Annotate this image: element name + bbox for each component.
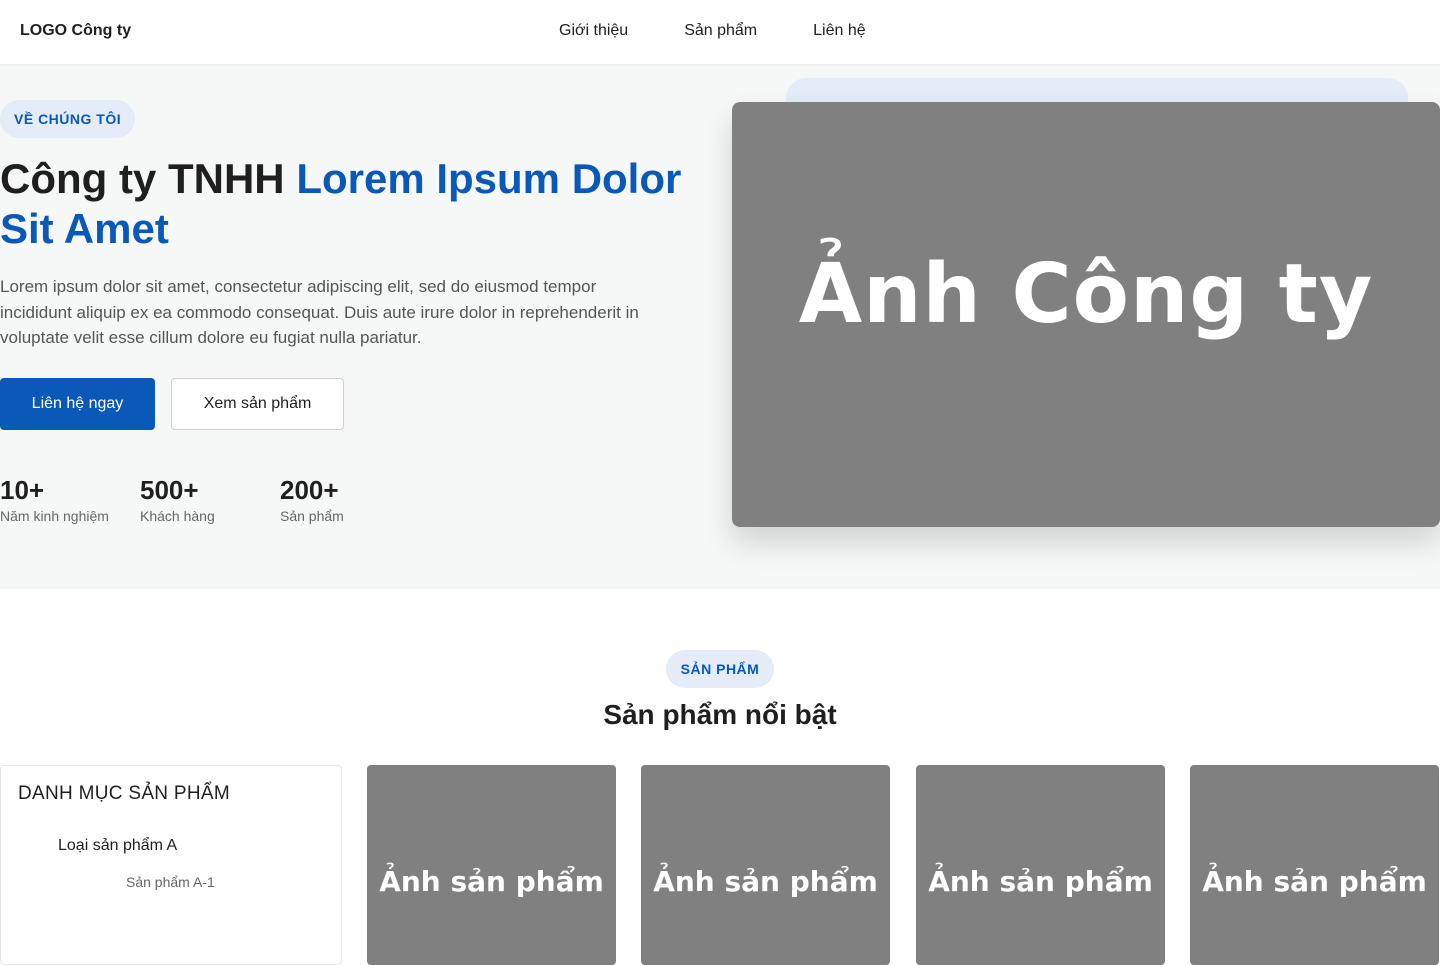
stat-products: 200+ Sản phẩm [280,474,344,524]
company-image: Ảnh Công ty [732,102,1440,527]
hero-section: VỀ CHÚNG TÔI Công ty TNHH Lorem Ipsum Do… [0,64,1440,589]
stat-label: Sản phẩm [280,508,344,524]
nav-link-about[interactable]: Giới thiệu [559,22,628,40]
stat-experience: 10+ Năm kinh nghiệm [0,474,109,524]
company-image-label: Ảnh Công ty [798,247,1374,342]
stat-value: 10+ [0,475,45,505]
company-logo[interactable]: LOGO Công ty [20,22,131,40]
stat-value: 200+ [280,475,339,505]
site-header: LOGO Công ty Giới thiệu Sản phẩm Liên hệ [0,0,1440,64]
about-badge: VỀ CHÚNG TÔI [0,100,136,138]
hero-title: Công ty TNHH Lorem Ipsum Dolor Sit Amet [0,154,720,254]
product-image-label: Ảnh sản phẩm [379,865,604,898]
main-nav: Giới thiệu Sản phẩm Liên hệ [559,22,866,40]
products-section: SẢN PHẨM Sản phẩm nổi bật DANH MỤC SẢN P… [0,589,1440,965]
contact-now-button[interactable]: Liên hệ ngay [0,378,155,430]
stat-value: 500+ [140,475,199,505]
hero-description: Lorem ipsum dolor sit amet, consectetur … [0,277,639,347]
stat-label: Năm kinh nghiệm [0,508,109,524]
category-panel-title: DANH MỤC SẢN PHẨM [18,783,231,804]
product-card[interactable]: Ảnh sản phẩm [1190,765,1439,965]
product-card[interactable]: Ảnh sản phẩm [367,765,616,965]
category-panel: DANH MỤC SẢN PHẨM Loại sản phẩm A Sản ph… [0,765,342,965]
products-title: Sản phẩm nổi bật [603,699,837,730]
stat-label: Khách hàng [140,508,215,524]
product-image-label: Ảnh sản phẩm [1202,865,1427,898]
product-card[interactable]: Ảnh sản phẩm [641,765,890,965]
products-badge: SẢN PHẨM [666,650,774,688]
view-products-button[interactable]: Xem sản phẩm [171,378,344,430]
category-subitem[interactable]: Sản phẩm A-1 [126,874,215,890]
nav-link-contact[interactable]: Liên hệ [813,22,866,40]
nav-link-products[interactable]: Sản phẩm [684,22,757,40]
product-image-label: Ảnh sản phẩm [928,865,1153,898]
hero-title-plain: Công ty TNHH [0,155,285,202]
stat-customers: 500+ Khách hàng [140,474,215,524]
category-item[interactable]: Loại sản phẩm A [58,837,177,855]
product-card[interactable]: Ảnh sản phẩm [916,765,1165,965]
product-image-label: Ảnh sản phẩm [653,865,878,898]
